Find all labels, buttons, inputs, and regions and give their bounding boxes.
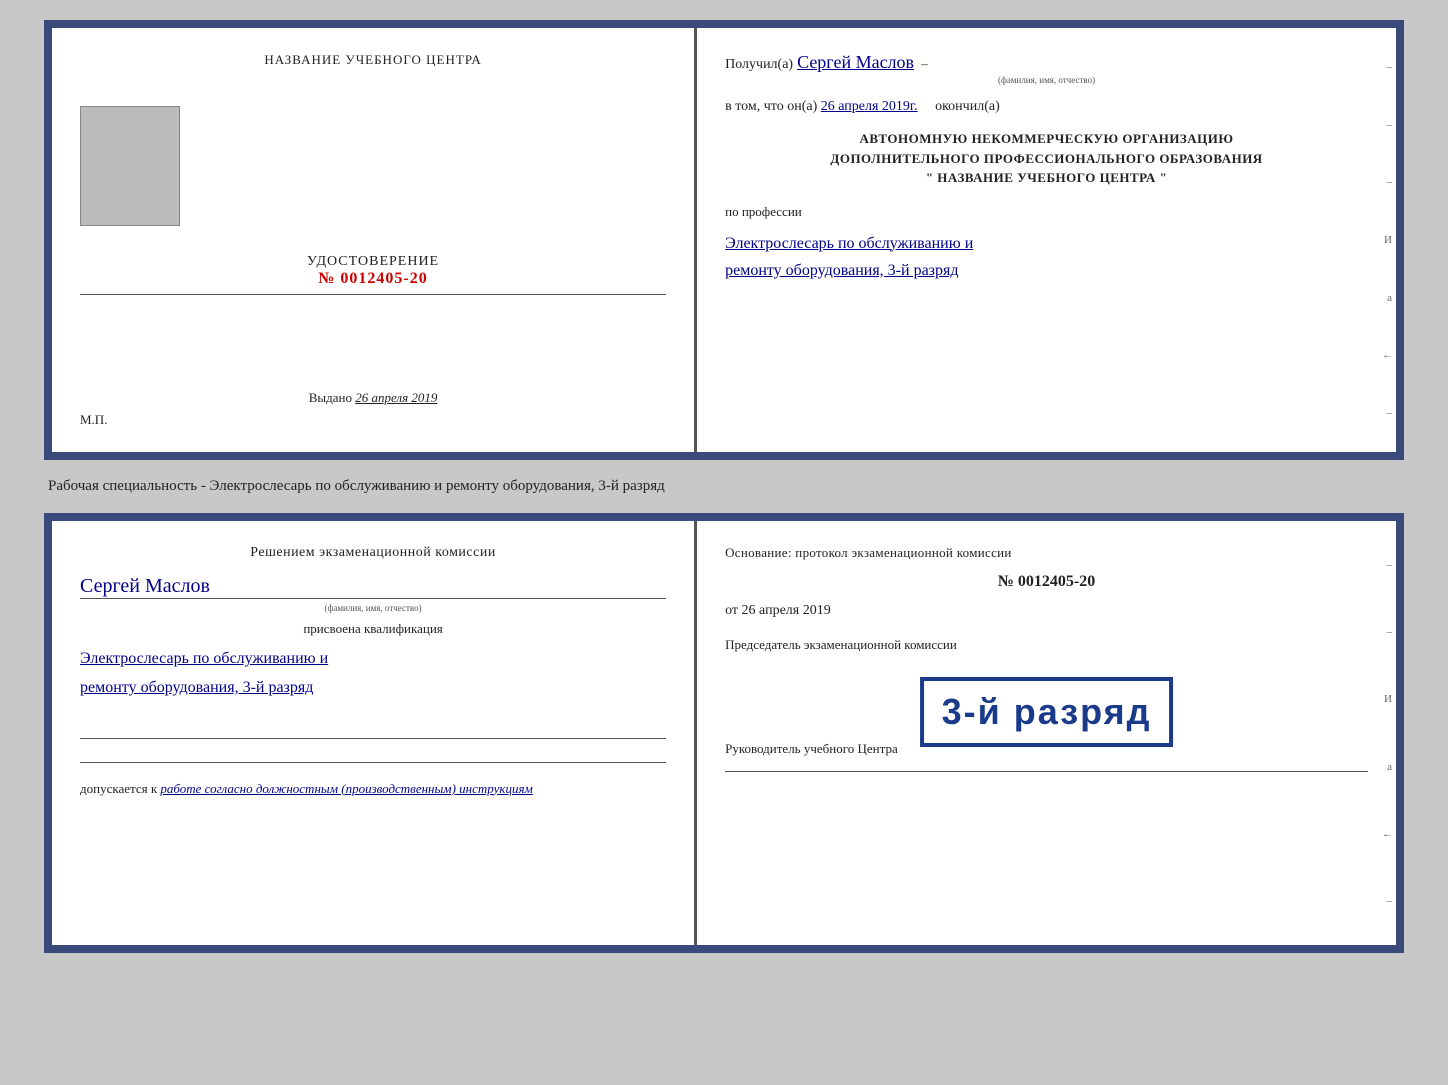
qualification-label: присвоена квалификация (80, 621, 666, 637)
profession-line1: Электрослесарь по обслуживанию и ремонту… (725, 230, 1368, 284)
issued-prefix: Выдано (309, 390, 352, 405)
profession-label: по профессии (725, 204, 1368, 220)
protocol-date-prefix: от (725, 603, 738, 618)
qual-line1: Электрослесарь по обслуживанию и (80, 645, 666, 674)
qualification-block: Электрослесарь по обслуживанию и ремонту… (80, 645, 666, 703)
cert2-name: Сергей Маслов (80, 575, 666, 598)
date-block: в том, что он(а) 26 апреля 2019г. окончи… (725, 99, 1368, 115)
org-line2: ДОПОЛНИТЕЛЬНОГО ПРОФЕССИОНАЛЬНОГО ОБРАЗО… (725, 149, 1368, 169)
receiver-prefix: Получил(а) (725, 57, 793, 72)
chairman-label: Председатель экзаменационной комиссии (725, 637, 1368, 653)
protocol-date-value: 26 апреля 2019 (742, 603, 831, 618)
cert2-right-panel: Основание: протокол экзаменационной коми… (697, 521, 1396, 945)
date-suffix: окончил(а) (935, 99, 1000, 114)
org-line3: " НАЗВАНИЕ УЧЕБНОГО ЦЕНТРА " (725, 168, 1368, 188)
cert1-number: № 0012405-20 (307, 270, 439, 288)
sig-line-2 (80, 745, 666, 763)
certificate-2: Решением экзаменационной комиссии Сергей… (44, 513, 1404, 953)
cert1-left-panel: НАЗВАНИЕ УЧЕБНОГО ЦЕНТРА УДОСТОВЕРЕНИЕ №… (52, 28, 697, 452)
allowed-text: работе согласно должностным (производств… (160, 781, 532, 796)
middle-text: Рабочая специальность - Электрослесарь п… (44, 478, 1404, 495)
cert1-school-name: НАЗВАНИЕ УЧЕБНОГО ЦЕНТРА (264, 52, 481, 68)
org-block: АВТОНОМНУЮ НЕКОММЕРЧЕСКУЮ ОРГАНИЗАЦИЮ ДО… (725, 129, 1368, 188)
cert2-name-sublabel: (фамилия, имя, отчество) (80, 603, 666, 613)
date-prefix: в том, что он(а) (725, 99, 817, 114)
cert2-left-panel: Решением экзаменационной комиссии Сергей… (52, 521, 697, 945)
photo-placeholder (80, 106, 180, 226)
receiver-name: Сергей Маслов (797, 52, 914, 72)
protocol-date: от 26 апреля 2019 (725, 603, 1368, 619)
stamp: 3-й разряд (920, 677, 1174, 747)
issued-date: 26 апреля 2019 (355, 390, 437, 405)
protocol-number: № 0012405-20 (725, 573, 1368, 591)
director-sig-line (725, 771, 1368, 772)
cert1-id-block: УДОСТОВЕРЕНИЕ № 0012405-20 (307, 254, 439, 288)
receiver-sublabel: (фамилия, имя, отчество) (725, 75, 1368, 85)
org-line1: АВТОНОМНУЮ НЕКОММЕРЧЕСКУЮ ОРГАНИЗАЦИЮ (725, 129, 1368, 149)
mp-label: М.П. (80, 412, 107, 428)
cert2-name-block: Сергей Маслов (фамилия, имя, отчество) (80, 569, 666, 613)
right-deco: – – – И а ← – (1378, 28, 1396, 452)
qual-line2: ремонту оборудования, 3-й разряд (80, 674, 666, 703)
certificate-1: НАЗВАНИЕ УЧЕБНОГО ЦЕНТРА УДОСТОВЕРЕНИЕ №… (44, 20, 1404, 460)
sig-line-1 (80, 721, 666, 739)
basis-text: Основание: протокол экзаменационной коми… (725, 545, 1368, 561)
cert1-right-panel: Получил(а) Сергей Маслов – (фамилия, имя… (697, 28, 1396, 452)
cert1-label: УДОСТОВЕРЕНИЕ (307, 254, 439, 270)
allowed-prefix: допускается к (80, 781, 157, 796)
stamp-text: 3-й разряд (942, 691, 1152, 733)
allowed-block: допускается к работе согласно должностны… (80, 781, 666, 797)
signature-lines (80, 721, 666, 763)
receiver-block: Получил(а) Сергей Маслов – (фамилия, имя… (725, 52, 1368, 85)
date-value: 26 апреля 2019г. (821, 99, 918, 114)
right-deco-2: – – И а ← – (1378, 521, 1396, 945)
cert1-issued-line: Выдано 26 апреля 2019 (309, 390, 438, 406)
commission-title: Решением экзаменационной комиссии (80, 545, 666, 561)
